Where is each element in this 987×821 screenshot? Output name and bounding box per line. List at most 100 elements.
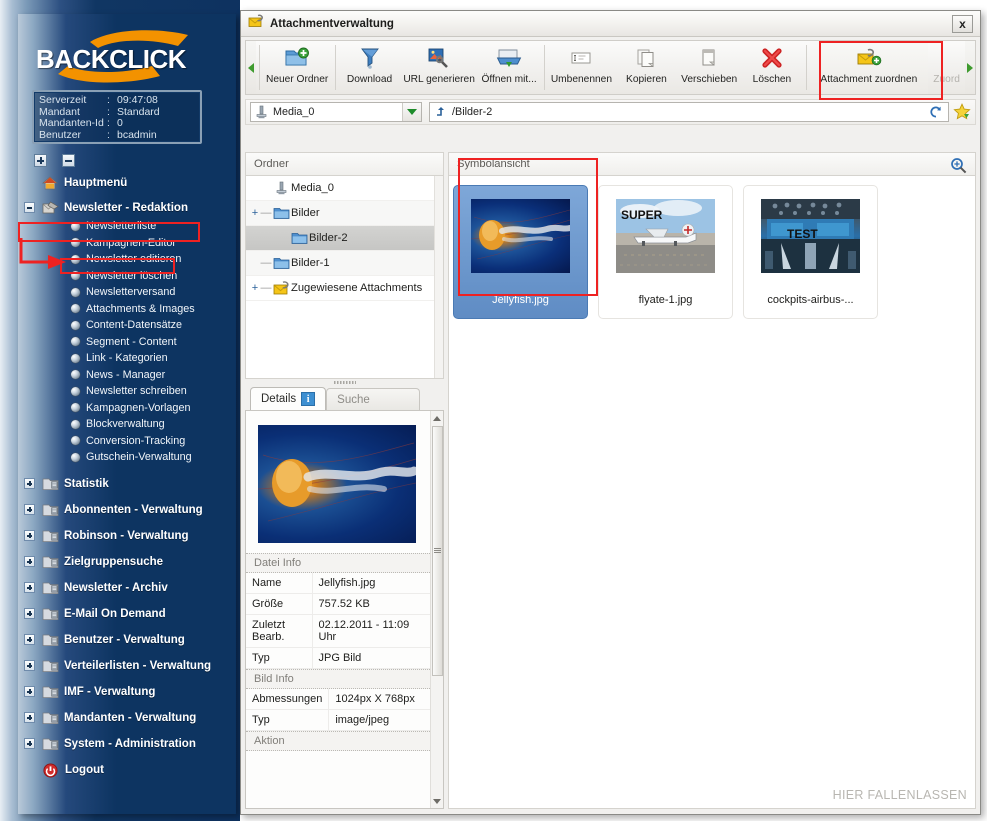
icon-view[interactable]: Jellyfish.jpg SUPER flyate-1.jpg TEST cock… xyxy=(448,176,976,809)
sidebar-subitem[interactable]: Conversion-Tracking xyxy=(18,433,236,450)
toolbar-button-attachment-zuordnen[interactable]: Attachment zuordnen xyxy=(809,41,928,94)
expand-icon[interactable] xyxy=(24,556,35,567)
expand-icon[interactable] xyxy=(24,530,35,541)
details-vertical-scrollbar[interactable] xyxy=(430,411,443,808)
horizontal-splitter[interactable] xyxy=(245,379,444,386)
image-preview xyxy=(258,425,416,543)
folder-icon xyxy=(42,555,59,569)
thumbnail-item[interactable]: Jellyfish.jpg xyxy=(453,185,588,319)
tree-row[interactable]: Media_0 xyxy=(246,176,443,201)
path-input[interactable]: /Bilder-2 xyxy=(429,102,949,122)
details-panel: Details i Suche Datei Info Name Jellyfis… xyxy=(245,386,444,809)
scroll-down-button[interactable] xyxy=(433,794,441,808)
sidebar-subitem[interactable]: Newsletterversand xyxy=(18,284,236,301)
tree-row[interactable]: + — Zugewiesene Attachments xyxy=(246,276,443,301)
sidebar-item-label: Newsletter - Redaktion xyxy=(64,201,188,214)
tree-expander[interactable]: + xyxy=(250,282,260,294)
sidebar-group-robinson-verwaltung[interactable]: Robinson - Verwaltung xyxy=(18,523,236,549)
toolbar-button-download[interactable]: Download xyxy=(339,41,401,94)
tree-connector-icon: — xyxy=(260,282,272,294)
expand-icon[interactable] xyxy=(24,660,35,671)
scroll-up-button[interactable] xyxy=(433,411,441,425)
expand-icon[interactable] xyxy=(24,608,35,619)
sidebar-group-verteilerlisten-verwaltung[interactable]: Verteilerlisten - Verwaltung xyxy=(18,653,236,679)
expand-icon[interactable] xyxy=(24,738,35,749)
tree-row[interactable]: + — Bilder xyxy=(246,201,443,226)
info-value: image/jpeg xyxy=(328,709,430,731)
close-icon[interactable]: x xyxy=(952,15,973,33)
sidebar-group-newsletter-archiv[interactable]: Newsletter - Archiv xyxy=(18,575,236,601)
thumbnail-item[interactable]: SUPER flyate-1.jpg xyxy=(598,185,733,319)
thumbnail-item[interactable]: TEST cockpits-airbus-... xyxy=(743,185,878,319)
toolbar-button-oeffnen-mit[interactable]: Öffnen mit... xyxy=(478,41,541,94)
expand-icon[interactable] xyxy=(24,634,35,645)
thumbnail-label: cockpits-airbus-... xyxy=(767,294,854,306)
sidebar-item-logout[interactable]: Logout xyxy=(18,757,236,783)
sidebar-item-newsletter-redaktion[interactable]: Newsletter - Redaktion xyxy=(18,197,236,218)
scrollbar-thumb[interactable] xyxy=(431,426,443,676)
sidebar-group-system-administration[interactable]: System - Administration xyxy=(18,731,236,757)
path-value: /Bilder-2 xyxy=(452,106,493,118)
info-key: Größe xyxy=(246,593,313,615)
tree-row[interactable]: — Bilder-1 xyxy=(246,251,443,276)
toolbar-scroll-left-button[interactable] xyxy=(246,41,256,94)
sidebar-group-benutzer-verwaltung[interactable]: Benutzer - Verwaltung xyxy=(18,627,236,653)
toolbar-button-verschieben[interactable]: Verschieben xyxy=(677,41,741,94)
drive-select[interactable]: Media_0 xyxy=(250,102,422,122)
sidebar-group-imf-verwaltung[interactable]: IMF - Verwaltung xyxy=(18,679,236,705)
collapse-icon[interactable] xyxy=(24,202,35,213)
expand-icon[interactable] xyxy=(24,478,35,489)
sidebar-subitem-label: Segment - Content xyxy=(86,335,177,348)
sidebar-subitem[interactable]: Gutschein-Verwaltung xyxy=(18,449,236,466)
toolbar-button-neuer-ordner[interactable]: Neuer Ordner xyxy=(263,41,332,94)
toolbar-button-zuordnung[interactable]: Zuord xyxy=(928,41,966,94)
sidebar-subitem[interactable]: News - Manager xyxy=(18,367,236,384)
sidebar-item-hauptmenue[interactable]: Hauptmenü xyxy=(18,172,236,193)
sidebar-subitem[interactable]: Kampagnen-Vorlagen xyxy=(18,400,236,417)
sidebar-group-e-mail-on-demand[interactable]: E-Mail On Demand xyxy=(18,601,236,627)
sidebar-subitem[interactable]: Newsletter editieren xyxy=(18,251,236,268)
sidebar-group-statistik[interactable]: Statistik xyxy=(18,471,236,497)
info-row: Größe 757.52 KB xyxy=(246,593,430,615)
toolbar-button-kopieren[interactable]: Kopieren xyxy=(615,41,677,94)
drive-icon xyxy=(256,105,267,119)
right-column: Symbolansicht Jellyfish.jpg SUPER flyate… xyxy=(448,152,976,809)
sidebar-subitem[interactable]: Attachments & Images xyxy=(18,301,236,318)
tab-suche[interactable]: Suche xyxy=(326,388,421,410)
window-titlebar[interactable]: Attachmentverwaltung x xyxy=(241,11,980,37)
sidebar-group-abonnenten-verwaltung[interactable]: Abonnenten - Verwaltung xyxy=(18,497,236,523)
expand-all-button[interactable] xyxy=(34,154,47,168)
tree-expander[interactable]: + xyxy=(250,207,260,219)
sidebar-subitem[interactable]: Link - Kategorien xyxy=(18,350,236,367)
sidebar-subitem[interactable]: Segment - Content xyxy=(18,334,236,351)
sidebar-subitem[interactable]: Newsletterliste xyxy=(18,218,236,235)
sidebar-group-label: E-Mail On Demand xyxy=(64,607,166,620)
close-label: x xyxy=(959,17,966,31)
sidebar-subitem[interactable]: Kampagnen-Editor xyxy=(18,235,236,252)
refresh-icon[interactable] xyxy=(929,105,943,119)
sidebar-subitem[interactable]: Content-Datensätze xyxy=(18,317,236,334)
drive-dropdown-button[interactable] xyxy=(402,103,421,121)
sidebar-group-mandanten-verwaltung[interactable]: Mandanten - Verwaltung xyxy=(18,705,236,731)
expand-icon[interactable] xyxy=(24,504,35,515)
triangle-left-icon xyxy=(247,62,254,73)
tree-vertical-scrollbar[interactable] xyxy=(434,176,443,378)
expand-icon[interactable] xyxy=(24,712,35,723)
collapse-all-button[interactable] xyxy=(62,154,76,168)
sidebar-group-zielgruppensuche[interactable]: Zielgruppensuche xyxy=(18,549,236,575)
toolbar-scroll-right-button[interactable] xyxy=(965,41,976,94)
folder-up-icon[interactable] xyxy=(435,106,448,119)
sidebar-subitem[interactable]: Newsletter schreiben xyxy=(18,383,236,400)
toolbar-button-loeschen[interactable]: Löschen xyxy=(741,41,803,94)
download-funnel-icon xyxy=(359,44,381,71)
tab-details[interactable]: Details i xyxy=(250,387,327,410)
tree-row[interactable]: Bilder-2 xyxy=(246,226,443,251)
favorite-star-icon[interactable] xyxy=(953,103,971,121)
toolbar-button-umbenennen[interactable]: Umbenennen xyxy=(547,41,615,94)
sidebar-subitem[interactable]: Newsletter löschen xyxy=(18,268,236,285)
drive-value: Media_0 xyxy=(273,106,315,118)
expand-icon[interactable] xyxy=(24,582,35,593)
toolbar-button-url-generieren[interactable]: URL generieren xyxy=(401,41,478,94)
expand-icon[interactable] xyxy=(24,686,35,697)
sidebar-subitem[interactable]: Blockverwaltung xyxy=(18,416,236,433)
